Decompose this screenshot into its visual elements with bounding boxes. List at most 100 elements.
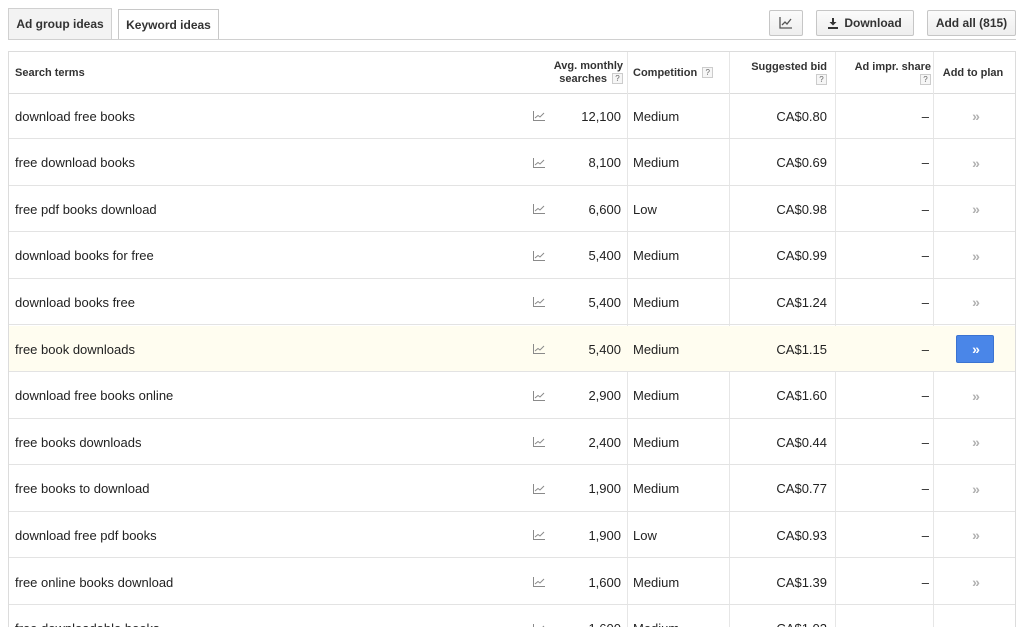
- tab-underline: [8, 39, 1016, 40]
- add-to-plan-cell: »: [935, 466, 1015, 512]
- add-to-plan-button[interactable]: »: [956, 335, 994, 363]
- trend-chart-icon[interactable]: [531, 373, 547, 419]
- help-icon[interactable]: ?: [920, 73, 931, 85]
- table-row: free downloadable books 1,600 MediumCA$1.0…: [9, 606, 1015, 627]
- header-suggested-bid[interactable]: Suggested bid ?: [733, 52, 827, 93]
- keyword-term: free download books: [15, 155, 135, 171]
- add-to-plan-cell: »: [935, 326, 1015, 372]
- header-add-to-plan: Add to plan: [942, 66, 1004, 79]
- avg-monthly-searches: 1,900: [588, 481, 621, 497]
- keyword-term: free book downloads: [15, 341, 135, 357]
- table-row: free books downloads 2,400 Medium CA$0.44 – »: [9, 419, 1015, 466]
- suggested-bid: CA$0.69: [776, 155, 827, 171]
- download-button[interactable]: Download: [816, 10, 914, 36]
- competition-value: Medium: [633, 434, 680, 450]
- competition-value: Medium: [633, 341, 680, 357]
- table-row: download books free 5,400 Medium CA$1.24 – »: [9, 279, 1015, 326]
- trend-chart-icon[interactable]: [531, 93, 547, 139]
- results-toolbar: Ad group ideas Keyword ideas Download Ad…: [0, 0, 1024, 40]
- ad-impr-share: –: [921, 341, 929, 357]
- ad-impr-share: –: [921, 155, 929, 171]
- header-impr-label: Ad impr. share: [854, 60, 931, 73]
- competition-value: Medium: [633, 108, 680, 124]
- help-icon[interactable]: ?: [702, 67, 714, 78]
- add-to-plan-icon[interactable]: »: [972, 434, 980, 450]
- competition-value: Medium: [633, 155, 680, 171]
- ad-impr-share: –: [921, 108, 929, 124]
- table-row: download free pdf books 1,900 Low CA$0.93 – »: [9, 512, 1015, 559]
- add-to-plan-cell: »: [935, 373, 1015, 419]
- avg-monthly-searches: 2,900: [588, 388, 621, 404]
- add-to-plan-icon[interactable]: »: [972, 248, 980, 264]
- keyword-term: download books for free: [15, 248, 154, 264]
- add-to-plan-icon[interactable]: »: [972, 108, 980, 124]
- add-to-plan-cell: »: [935, 606, 1015, 627]
- add-to-plan-icon[interactable]: »: [972, 574, 980, 590]
- table-row: download free books online 2,900 Medium CA$…: [9, 373, 1015, 419]
- trend-chart-icon[interactable]: [531, 419, 547, 465]
- avg-monthly-searches: 1,900: [588, 527, 621, 543]
- add-to-plan-icon[interactable]: »: [972, 155, 980, 171]
- add-to-plan-cell: »: [935, 140, 1015, 186]
- keyword-term: download books free: [15, 294, 135, 310]
- avg-monthly-searches: 5,400: [588, 294, 621, 310]
- trend-chart-icon[interactable]: [531, 140, 547, 186]
- trend-chart-icon[interactable]: [531, 606, 547, 627]
- trend-chart-icon[interactable]: [531, 466, 547, 512]
- trend-chart-icon[interactable]: [531, 559, 547, 605]
- trend-chart-icon[interactable]: [531, 233, 547, 279]
- help-icon[interactable]: ?: [612, 73, 623, 85]
- table-row: download books for free 5,400 Medium CA$0.9…: [9, 233, 1015, 279]
- add-to-plan-icon[interactable]: »: [972, 388, 980, 404]
- trend-chart-icon[interactable]: [531, 326, 547, 372]
- header-avg-monthly-searches[interactable]: Avg. monthly searches?: [529, 52, 623, 93]
- chart-toggle-button[interactable]: [769, 10, 803, 36]
- keyword-term: free downloadable books: [15, 606, 495, 627]
- table-row: free online books download 1,600 Medium CA$…: [9, 559, 1015, 605]
- add-to-plan-cell: »: [935, 512, 1015, 558]
- competition-value: Medium: [633, 574, 680, 590]
- avg-monthly-searches: 12,100: [581, 108, 621, 124]
- add-to-plan-icon[interactable]: »: [972, 621, 980, 627]
- competition-value: Medium: [633, 388, 680, 404]
- add-to-plan-icon[interactable]: »: [972, 527, 980, 543]
- add-to-plan-icon[interactable]: »: [972, 481, 980, 497]
- header-search-terms[interactable]: Search terms: [15, 52, 215, 93]
- table-row: free books to download 1,900 Medium CA$0.77…: [9, 466, 1015, 512]
- suggested-bid: CA$0.93: [776, 527, 827, 543]
- trend-chart-icon[interactable]: [531, 186, 547, 232]
- suggested-bid: CA$0.44: [776, 434, 827, 450]
- suggested-bid: CA$1.39: [776, 574, 827, 590]
- table-row: free download books 8,100 Medium CA$0.69 – »: [9, 140, 1015, 186]
- help-icon[interactable]: ?: [816, 73, 827, 85]
- header-competition[interactable]: Competition?: [633, 52, 733, 93]
- add-to-plan-icon[interactable]: »: [972, 294, 980, 310]
- table-row: download free books 12,100 Medium CA$0.80 – »: [9, 93, 1015, 139]
- add-to-plan-cell: »: [935, 93, 1015, 139]
- keyword-planner-results: Ad group ideas Keyword ideas Download Ad…: [0, 0, 1024, 627]
- table-header: Search terms Avg. monthly searches? Comp…: [9, 52, 1015, 94]
- suggested-bid: CA$0.77: [776, 481, 827, 497]
- avg-monthly-searches: 6,600: [588, 201, 621, 217]
- keyword-term: free books downloads: [15, 434, 142, 450]
- ad-impr-share: –: [921, 481, 929, 497]
- tab-ad-group-ideas[interactable]: Ad group ideas: [8, 8, 112, 39]
- keyword-term: download free books online: [15, 388, 174, 404]
- tab-keyword-ideas[interactable]: Keyword ideas: [118, 9, 219, 40]
- trend-chart-icon[interactable]: [531, 512, 547, 558]
- keyword-term: free books to download: [15, 481, 150, 497]
- avg-monthly-searches: 5,400: [588, 341, 621, 357]
- keyword-table: Search terms Avg. monthly searches? Comp…: [8, 51, 1016, 627]
- add-to-plan-cell: »: [935, 186, 1015, 232]
- add-all-button[interactable]: Add all (815): [927, 10, 1016, 36]
- competition-value: Low: [633, 527, 657, 543]
- header-avg-line2: searches?: [559, 73, 623, 86]
- suggested-bid: CA$1.02: [733, 606, 827, 627]
- line-chart-icon: [779, 17, 792, 29]
- header-ad-impr-share[interactable]: Ad impr. share ?: [839, 52, 931, 93]
- keyword-term: download free books: [15, 108, 135, 124]
- trend-chart-icon[interactable]: [531, 279, 547, 325]
- ad-impr-share: –: [921, 527, 929, 543]
- add-to-plan-icon[interactable]: »: [972, 201, 980, 217]
- keyword-term: free online books download: [15, 574, 174, 590]
